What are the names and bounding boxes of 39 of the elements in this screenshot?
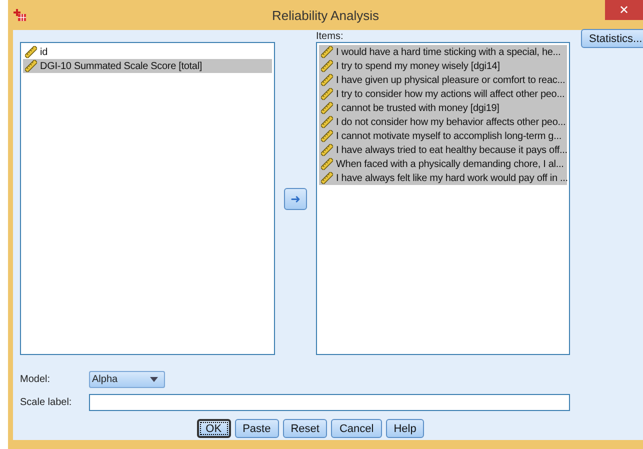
variable-item[interactable]: I have given up physical pleasure or comfort to reac... bbox=[319, 73, 567, 87]
ruler-icon bbox=[321, 60, 333, 72]
variable-item[interactable]: I cannot be trusted with money [dgi19] bbox=[319, 101, 567, 115]
ruler-icon bbox=[321, 130, 333, 142]
ok-button[interactable]: OK bbox=[196, 419, 231, 438]
close-button[interactable]: ✕ bbox=[605, 0, 643, 20]
model-dropdown[interactable]: Alpha bbox=[89, 371, 165, 388]
ruler-icon bbox=[321, 102, 333, 114]
variable-item[interactable]: I try to spend my money wisely [dgi14] bbox=[319, 59, 567, 73]
variable-item[interactable]: When faced with a physically demanding chore, I al... bbox=[319, 157, 567, 171]
window-title: Reliability Analysis bbox=[272, 8, 380, 22]
scale-label-field[interactable] bbox=[89, 394, 570, 411]
variable-item[interactable]: id bbox=[23, 45, 272, 59]
app-icon bbox=[13, 8, 27, 22]
ruler-icon bbox=[25, 46, 37, 58]
scale-label: Scale label: bbox=[20, 397, 72, 408]
variable-item[interactable]: I cannot motivate myself to accomplish long-term g... bbox=[319, 129, 567, 143]
ruler-icon bbox=[25, 60, 37, 72]
ruler-icon bbox=[321, 116, 333, 128]
variable-item[interactable]: I try to consider how my actions will affect other peo... bbox=[319, 87, 567, 101]
items-label: Items: bbox=[316, 31, 344, 42]
ruler-icon bbox=[321, 46, 333, 58]
paste-button[interactable]: Paste bbox=[234, 419, 279, 438]
ruler-icon bbox=[321, 158, 333, 170]
variable-item[interactable]: DGI-10 Summated Scale Score [total] bbox=[23, 59, 272, 73]
model-label: Model: bbox=[20, 374, 50, 385]
variable-item[interactable]: I do not consider how my behavior affects other peo... bbox=[319, 115, 567, 129]
statistics-button[interactable]: Statistics... bbox=[581, 29, 643, 48]
variable-item[interactable]: I have always felt like my hard work would pay off in ... bbox=[319, 171, 567, 185]
help-button[interactable]: Help bbox=[386, 419, 424, 438]
reset-button[interactable]: Reset bbox=[282, 419, 328, 438]
variable-item[interactable]: I would have a hard time sticking with a special, he... bbox=[319, 45, 567, 59]
variable-item[interactable]: I have always tried to eat healthy because it pays off... bbox=[319, 143, 567, 157]
cancel-button[interactable]: Cancel bbox=[331, 419, 382, 438]
caret-icon bbox=[150, 377, 158, 382]
ruler-icon bbox=[321, 88, 333, 100]
ruler-icon bbox=[321, 74, 333, 86]
ruler-icon bbox=[321, 144, 333, 156]
ruler-icon bbox=[321, 172, 333, 184]
